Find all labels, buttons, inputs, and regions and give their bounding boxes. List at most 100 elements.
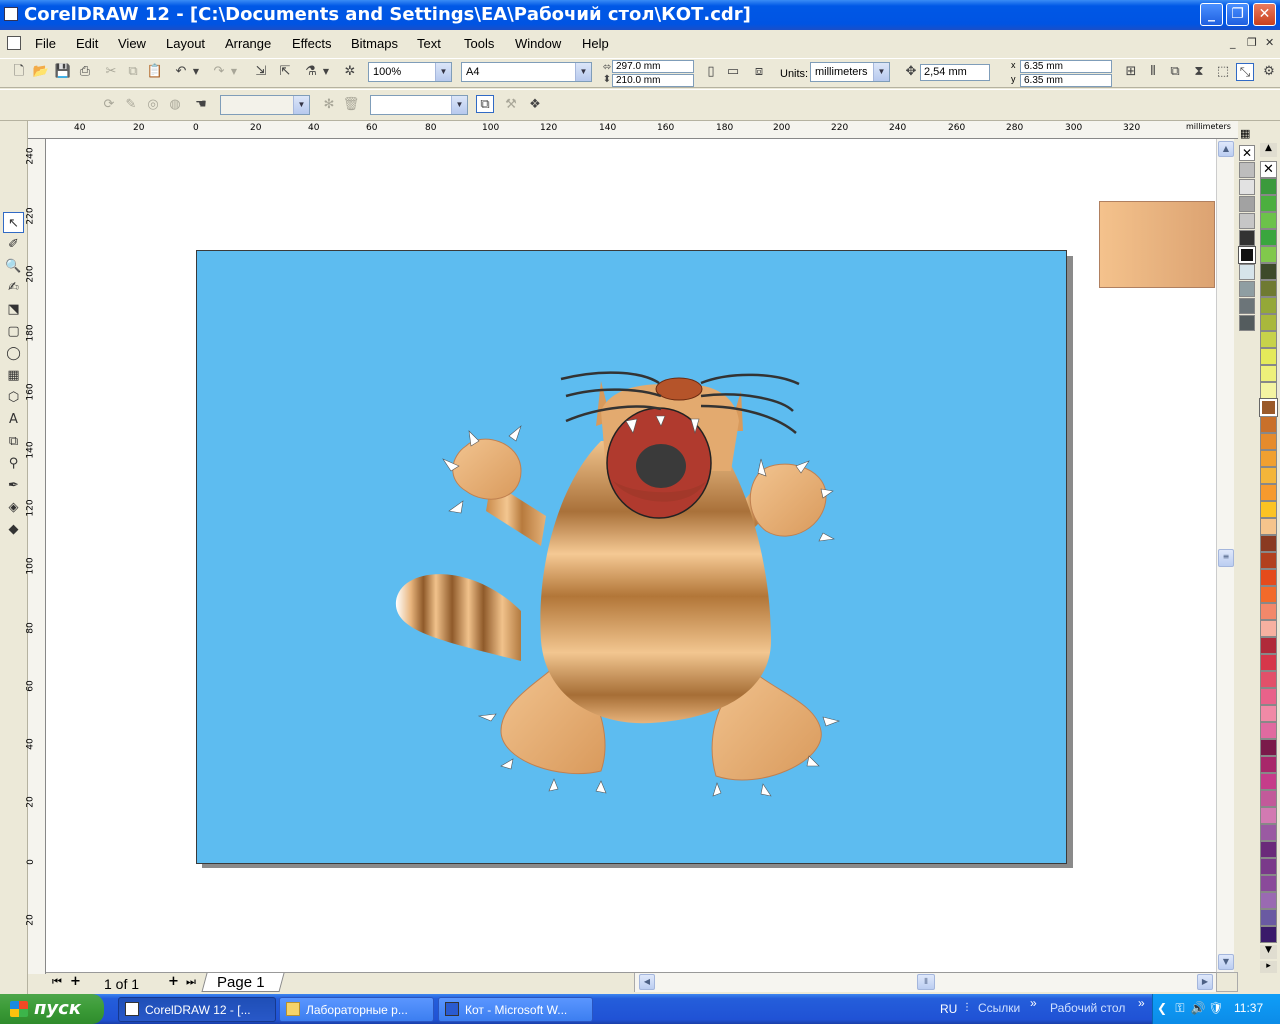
all-pages-icon[interactable]: ⧈ (750, 63, 768, 81)
color-swatch[interactable] (1260, 824, 1277, 841)
color-swatch[interactable] (1239, 230, 1255, 246)
color-swatch[interactable] (1260, 348, 1277, 365)
color-swatch[interactable] (1260, 875, 1277, 892)
palette-flyout-icon[interactable]: ▸ (1260, 961, 1277, 973)
taskbar-item-folder[interactable]: Лабораторные р... (279, 997, 434, 1022)
delete-preset-icon[interactable]: 🗑 (342, 96, 360, 114)
network-icon[interactable]: ⚿ (1172, 1001, 1188, 1017)
color-swatch[interactable] (1260, 195, 1277, 212)
color-swatch[interactable] (1260, 858, 1277, 875)
security-icon[interactable]: 🛡 (1208, 1001, 1224, 1017)
taskbar-item-word[interactable]: Кот - Microsoft W... (438, 997, 593, 1022)
redo-dropdown-icon[interactable]: ▼ (229, 63, 239, 81)
add-page-after-icon[interactable]: + (168, 974, 179, 989)
desktop-chevron[interactable]: » (1138, 996, 1145, 1010)
links-toolbar-label[interactable]: Ссылки (978, 1001, 1020, 1015)
document-icon[interactable] (7, 36, 21, 50)
color-swatch[interactable] (1260, 297, 1277, 314)
color-swatch[interactable] (1260, 620, 1277, 637)
scroll-thumb[interactable]: ≡ (1218, 549, 1234, 567)
gradient-swatch-object[interactable] (1099, 201, 1215, 288)
color-swatch[interactable] (1260, 637, 1277, 654)
clear-icon[interactable]: ◍ (166, 96, 184, 114)
import-icon[interactable]: ⇲ (252, 63, 270, 81)
cut-icon[interactable]: ✂ (102, 63, 120, 81)
color-swatch[interactable] (1239, 315, 1255, 331)
color-swatch[interactable] (1260, 552, 1277, 569)
launcher-dropdown-icon[interactable]: ▼ (321, 63, 331, 81)
color-swatch[interactable] (1238, 246, 1256, 264)
corel-online-icon[interactable]: ✲ (341, 63, 359, 81)
scroll-down-button[interactable]: ▼ (1218, 954, 1234, 970)
horizontal-scroll-thumb[interactable]: ⦀ (917, 974, 935, 990)
color-swatch[interactable] (1260, 178, 1277, 195)
vertical-ruler[interactable]: 240 220 200 180 160 140 120 100 80 60 40… (26, 139, 46, 974)
color-swatch[interactable] (1260, 467, 1277, 484)
portrait-icon[interactable]: ▯ (702, 63, 720, 81)
color-swatch[interactable] (1260, 416, 1277, 433)
color-swatch[interactable] (1260, 569, 1277, 586)
effect-icon-b[interactable]: ❖ (526, 96, 544, 114)
page-width-field[interactable]: 297.0 mm (612, 60, 694, 73)
volume-icon[interactable]: 🔊 (1190, 1001, 1206, 1017)
color-swatch[interactable] (1239, 281, 1255, 297)
scroll-up-button[interactable]: ▲ (1218, 141, 1234, 157)
color-swatch[interactable] (1260, 280, 1277, 297)
text-tool-icon[interactable]: A (3, 409, 24, 430)
tray-expand-icon[interactable]: ❮ (1154, 1001, 1170, 1017)
close-button[interactable]: ✕ (1253, 3, 1276, 26)
smart-fill-tool-icon[interactable]: ⬔ (3, 299, 24, 320)
palette-scroll-up-icon[interactable]: ▲ (1260, 143, 1277, 157)
application-launcher-icon[interactable]: ⚗ (302, 63, 320, 81)
paste-icon[interactable]: 📋 (146, 63, 164, 81)
save-icon[interactable]: 💾 (54, 63, 72, 81)
no-fill-swatch[interactable]: ✕ (1260, 161, 1277, 178)
fill-tool-icon[interactable]: ◈ (3, 497, 24, 518)
color-swatch[interactable] (1239, 264, 1255, 280)
color-swatch[interactable] (1260, 603, 1277, 620)
snap-to-grid-icon[interactable]: ⊞ (1122, 63, 1140, 81)
menu-view[interactable]: View (118, 36, 146, 51)
color-swatch[interactable] (1259, 398, 1278, 417)
last-page-icon[interactable]: ⏭ (186, 975, 196, 989)
horizontal-ruler[interactable]: 40 20 0 20 40 60 80 100 120 140 160 180 … (28, 121, 1238, 139)
color-swatch[interactable] (1260, 739, 1277, 756)
node-icon[interactable]: ⧉ (476, 95, 494, 113)
chevron-down-icon[interactable]: ▼ (451, 96, 467, 114)
menu-arrange[interactable]: Arrange (225, 36, 271, 51)
landscape-icon[interactable]: ▭ (724, 63, 742, 81)
color-swatch[interactable] (1239, 162, 1255, 178)
redo-icon[interactable]: ↷ (210, 63, 228, 81)
color-swatch[interactable] (1260, 450, 1277, 467)
menu-window[interactable]: Window (515, 36, 561, 51)
color-swatch[interactable] (1260, 756, 1277, 773)
drawing-page[interactable] (196, 250, 1067, 864)
new-document-icon[interactable]: 🗋 (10, 63, 28, 81)
color-swatch[interactable] (1260, 518, 1277, 535)
outline-tool-icon[interactable]: ✒ (3, 475, 24, 496)
polygon-tool-icon[interactable]: ▦ (3, 365, 24, 386)
color-swatch[interactable] (1260, 314, 1277, 331)
color-swatch[interactable] (1239, 196, 1255, 212)
desktop-toolbar-label[interactable]: Рабочий стол (1050, 1001, 1125, 1015)
links-chevron[interactable]: » (1030, 996, 1037, 1010)
color-swatch[interactable] (1239, 179, 1255, 195)
menu-effects[interactable]: Effects (292, 36, 332, 51)
chevron-down-icon[interactable]: ▼ (873, 63, 889, 81)
zoom-levels-combo[interactable]: 100% ▼ (368, 62, 452, 82)
add-preset-icon[interactable]: ✻ (320, 96, 338, 114)
menu-help[interactable]: Help (582, 36, 609, 51)
interactive-blend-tool-icon[interactable]: ⧉ (3, 431, 24, 452)
view-navigator-corner[interactable] (1216, 972, 1238, 992)
pick-tool-icon[interactable]: ↖ (3, 212, 24, 233)
ellipse-tool-icon[interactable]: ◯ (3, 343, 24, 364)
dynamic-guides-icon[interactable]: ⧗ (1190, 63, 1208, 81)
color-swatch[interactable] (1260, 212, 1277, 229)
units-combo[interactable]: millimeters ▼ (810, 62, 890, 82)
first-page-icon[interactable]: ⏮ (52, 975, 62, 989)
scroll-left-button[interactable]: ◀ (639, 974, 655, 990)
rectangle-tool-icon[interactable]: ▢ (3, 321, 24, 342)
color-swatch[interactable] (1260, 586, 1277, 603)
preset-combo[interactable]: ▼ (220, 95, 310, 115)
duplicate-x-field[interactable]: 6.35 mm (1020, 60, 1112, 73)
